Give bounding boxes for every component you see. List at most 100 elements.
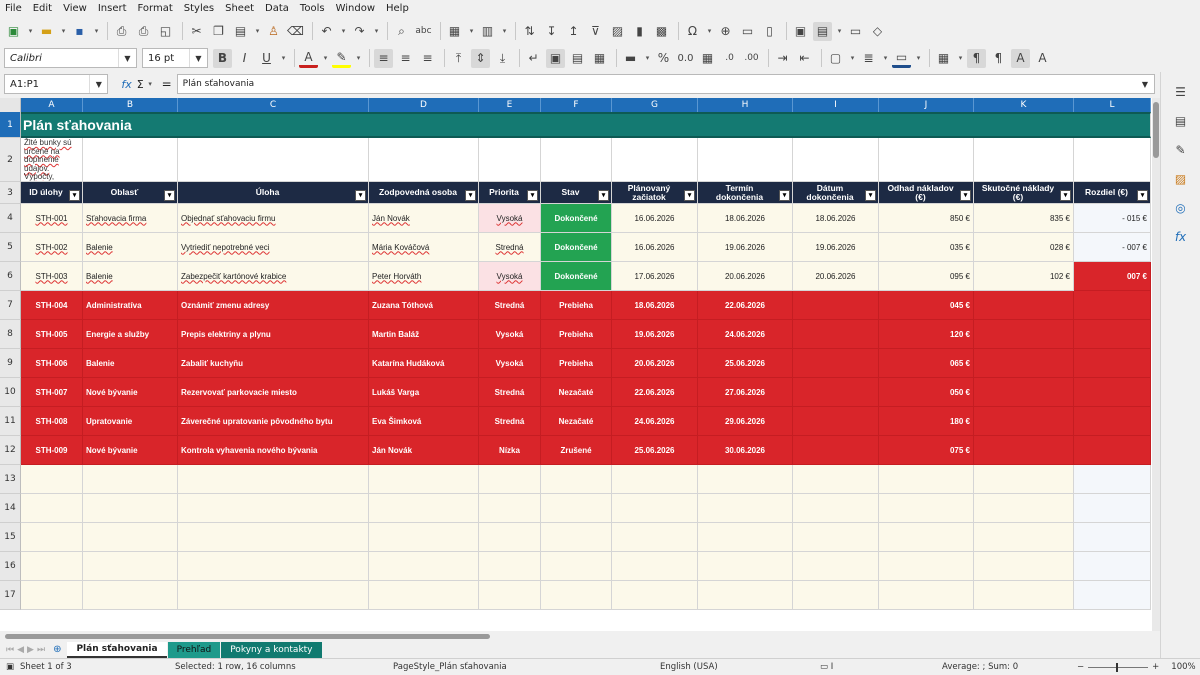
- last-sheet-icon[interactable]: ⏭: [37, 645, 45, 655]
- cell-done[interactable]: 20.06.2026: [793, 262, 879, 291]
- cell-act[interactable]: 835 €: [974, 204, 1074, 233]
- cell-due[interactable]: 25.06.2026: [698, 349, 793, 378]
- column-header[interactable]: H: [698, 98, 793, 112]
- empty-cell[interactable]: [1074, 465, 1151, 494]
- cell-diff[interactable]: [1074, 349, 1151, 378]
- cell-task[interactable]: Oznámiť zmenu adresy: [178, 291, 369, 320]
- cell-start[interactable]: 18.06.2026: [612, 291, 698, 320]
- row-header[interactable]: 14: [0, 494, 21, 523]
- empty-cell[interactable]: [1074, 494, 1151, 523]
- cell-state[interactable]: Prebieha: [541, 291, 612, 320]
- formula-icon[interactable]: =: [162, 77, 172, 91]
- conditional-format-icon[interactable]: ▦: [934, 49, 953, 68]
- cell[interactable]: [369, 138, 479, 182]
- empty-cell[interactable]: [612, 494, 698, 523]
- empty-cell[interactable]: [879, 552, 974, 581]
- empty-cell[interactable]: [83, 581, 178, 610]
- freeze-dropdown-icon[interactable]: ▾: [835, 22, 844, 41]
- cell-diff[interactable]: 007 €: [1074, 262, 1151, 291]
- open-icon[interactable]: ▬: [37, 22, 56, 41]
- empty-cell[interactable]: [879, 465, 974, 494]
- column-header[interactable]: L: [1074, 98, 1151, 112]
- cell-est[interactable]: 035 €: [879, 233, 974, 262]
- cell-diff[interactable]: [1074, 378, 1151, 407]
- cell-area[interactable]: Balenie: [83, 262, 178, 291]
- cell[interactable]: [879, 138, 974, 182]
- tab-prehlad[interactable]: Prehľad: [167, 641, 221, 658]
- navigator-icon[interactable]: ◎: [1171, 198, 1190, 217]
- cell-area[interactable]: Energie a služby: [83, 320, 178, 349]
- cell-area[interactable]: Administratíva: [83, 291, 178, 320]
- cell-diff[interactable]: [1074, 320, 1151, 349]
- borders-icon[interactable]: ▢: [826, 49, 845, 68]
- cell-due[interactable]: 27.06.2026: [698, 378, 793, 407]
- cell-act[interactable]: 102 €: [974, 262, 1074, 291]
- cell-act[interactable]: [974, 349, 1074, 378]
- underline-icon[interactable]: U: [257, 49, 276, 68]
- cell-task[interactable]: Prepis elektriny a plynu: [178, 320, 369, 349]
- cell-act[interactable]: [974, 436, 1074, 465]
- cell-state[interactable]: Nezačaté: [541, 378, 612, 407]
- cell-task[interactable]: Objednať sťahovaciu firmu: [178, 204, 369, 233]
- empty-cell[interactable]: [698, 552, 793, 581]
- cell-person[interactable]: Eva Šimková: [369, 407, 479, 436]
- cell-done[interactable]: 18.06.2026: [793, 204, 879, 233]
- border-style-dropdown-icon[interactable]: ▾: [881, 49, 890, 68]
- empty-cell[interactable]: [83, 523, 178, 552]
- cell-due[interactable]: 18.06.2026: [698, 204, 793, 233]
- merge-center-icon[interactable]: ▣: [546, 48, 565, 68]
- cell-done[interactable]: 19.06.2026: [793, 233, 879, 262]
- zoom-level[interactable]: 100%: [1171, 662, 1195, 672]
- menu-item[interactable]: Edit: [33, 3, 52, 14]
- filter-dropdown-icon[interactable]: ▾: [355, 190, 366, 201]
- column-icon[interactable]: ▥: [478, 22, 497, 41]
- export-pdf-icon[interactable]: ⎙: [112, 22, 131, 41]
- align-left-icon[interactable]: ≡: [374, 48, 393, 68]
- menu-item[interactable]: Data: [265, 3, 289, 14]
- cell-prio[interactable]: Stredná: [479, 291, 541, 320]
- cell-person[interactable]: Ján Novák: [369, 204, 479, 233]
- cell-est[interactable]: 095 €: [879, 262, 974, 291]
- filter-dropdown-icon[interactable]: ▾: [465, 190, 476, 201]
- column-title[interactable]: Termín dokončenia ▾: [698, 182, 793, 204]
- empty-cell[interactable]: [879, 523, 974, 552]
- menu-item[interactable]: Help: [386, 3, 409, 14]
- row-header[interactable]: 1: [0, 112, 21, 138]
- cell-due[interactable]: 30.06.2026: [698, 436, 793, 465]
- filter-dropdown-icon[interactable]: ▾: [1137, 190, 1148, 201]
- name-box[interactable]: A1:P1 ▼: [4, 74, 109, 94]
- column-header[interactable]: K: [974, 98, 1074, 112]
- horizontal-scroll-thumb[interactable]: [5, 634, 490, 639]
- cell[interactable]: [612, 138, 698, 182]
- cell-task[interactable]: Zabezpečiť kartónové krabice: [178, 262, 369, 291]
- cell-act[interactable]: [974, 320, 1074, 349]
- cell-start[interactable]: 16.06.2026: [612, 233, 698, 262]
- define-print-area-icon[interactable]: ▣: [791, 22, 810, 41]
- function-wizard-icon[interactable]: fx: [121, 78, 131, 91]
- cell-start[interactable]: 22.06.2026: [612, 378, 698, 407]
- empty-cell[interactable]: [541, 465, 612, 494]
- empty-cell[interactable]: [541, 494, 612, 523]
- filter-dropdown-icon[interactable]: ▾: [527, 190, 538, 201]
- currency-format-icon[interactable]: ▬: [621, 49, 640, 68]
- cell-done[interactable]: [793, 436, 879, 465]
- empty-cell[interactable]: [21, 552, 83, 581]
- gallery-icon[interactable]: ▨: [1171, 169, 1190, 188]
- headers-footers-icon[interactable]: ▯: [760, 22, 779, 41]
- cell-diff[interactable]: [1074, 291, 1151, 320]
- sheet-title[interactable]: Plán sťahovania: [21, 112, 1151, 138]
- font-color-icon[interactable]: A: [299, 49, 318, 68]
- cell-prio[interactable]: Stredná: [479, 233, 541, 262]
- insert-mode-icon[interactable]: ▭ I: [820, 662, 942, 672]
- empty-cell[interactable]: [479, 465, 541, 494]
- sort-icon[interactable]: ⇅: [520, 22, 539, 41]
- save-dropdown-icon[interactable]: ▾: [92, 22, 101, 41]
- select-function-icon[interactable]: Σ: [137, 78, 144, 91]
- cell-state[interactable]: Dokončené: [541, 233, 612, 262]
- cell-start[interactable]: 16.06.2026: [612, 204, 698, 233]
- zoom-out-icon[interactable]: −: [1077, 662, 1084, 672]
- empty-cell[interactable]: [178, 494, 369, 523]
- column-title[interactable]: Zodpovedná osoba ▾: [369, 182, 479, 204]
- empty-cell[interactable]: [698, 581, 793, 610]
- zoom-slider[interactable]: [1088, 662, 1149, 672]
